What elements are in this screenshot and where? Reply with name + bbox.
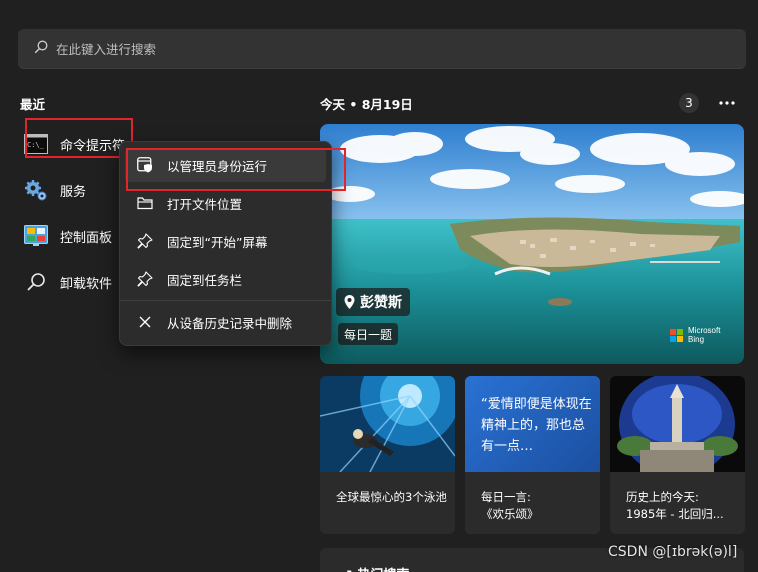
card-caption-line-1: 历史上的今天: bbox=[626, 490, 699, 504]
menu-item-pin-start[interactable]: 固定到“开始”屏幕 bbox=[125, 224, 326, 258]
card-daily-quote[interactable]: “爱情即便是体现在精神上的，那也总有一点… 每日一言: 《欢乐颂》 bbox=[465, 376, 600, 534]
card-caption: 每日一言: 《欢乐颂》 bbox=[481, 489, 593, 523]
recent-item-services[interactable]: 服务 bbox=[24, 172, 86, 208]
card-history[interactable]: 历史上的今天: 1985年 - 北回归... bbox=[610, 376, 745, 534]
location-pin-icon bbox=[344, 295, 355, 309]
menu-item-remove-history[interactable]: 从设备历史记录中删除 bbox=[125, 305, 326, 339]
folder-icon bbox=[137, 195, 153, 211]
card-caption: 历史上的今天: 1985年 - 北回归... bbox=[626, 489, 738, 523]
more-dots-icon[interactable] bbox=[716, 93, 738, 113]
card-image-monument bbox=[610, 376, 745, 472]
highlight-box-cmd bbox=[25, 118, 133, 158]
recent-item-label: 卸载软件 bbox=[60, 276, 113, 292]
search-placeholder: 在此键入进行搜索 bbox=[56, 42, 157, 57]
recent-item-uninstall[interactable]: 卸载软件 bbox=[24, 264, 112, 300]
card-image-pool bbox=[320, 376, 455, 472]
highlight-box-run-as-admin bbox=[126, 148, 346, 191]
menu-item-label: 从设备历史记录中删除 bbox=[167, 315, 293, 331]
brand-line-2: Bing bbox=[688, 335, 705, 344]
recent-item-label: 控制面板 bbox=[60, 230, 113, 246]
location-name: 彭赞斯 bbox=[360, 295, 402, 311]
location-pill[interactable]: 彭赞斯 bbox=[336, 288, 410, 316]
menu-item-label: 固定到“开始”屏幕 bbox=[167, 234, 268, 250]
microsoft-bing-logo: Microsoft Bing bbox=[670, 326, 720, 344]
card-caption-line-2: 《欢乐颂》 bbox=[481, 507, 539, 521]
control-panel-icon bbox=[24, 224, 48, 248]
today-title: 今天 • 8月19日 bbox=[320, 97, 413, 112]
search-box[interactable]: 在此键入进行搜索 bbox=[18, 29, 746, 69]
menu-item-open-location[interactable]: 打开文件位置 bbox=[125, 186, 326, 220]
watermark: CSDN @[ɪbrək(ə)l] bbox=[608, 544, 738, 560]
brand-line-1: Microsoft bbox=[688, 326, 721, 335]
recent-title: 最近 bbox=[20, 97, 46, 112]
hot-search-title: ↗ 热门搜索 bbox=[342, 564, 409, 572]
close-icon bbox=[137, 314, 153, 330]
menu-item-pin-taskbar[interactable]: 固定到任务栏 bbox=[125, 262, 326, 296]
menu-separator bbox=[120, 300, 331, 301]
menu-item-label: 打开文件位置 bbox=[167, 196, 243, 212]
card-caption-line-2: 1985年 - 北回归... bbox=[626, 507, 724, 521]
search-icon bbox=[24, 270, 48, 294]
recent-item-control-panel[interactable]: 控制面板 bbox=[24, 218, 112, 254]
card-caption-line-1: 每日一言: bbox=[481, 490, 531, 504]
card-pools[interactable]: 全球最惊心的3个泳池 bbox=[320, 376, 455, 534]
pin-icon bbox=[137, 233, 153, 249]
pin-icon bbox=[137, 271, 153, 287]
card-caption: 全球最惊心的3个泳池 bbox=[336, 490, 447, 504]
search-icon bbox=[34, 39, 48, 58]
notification-count-badge[interactable]: 3 bbox=[679, 93, 699, 113]
services-gear-icon bbox=[24, 178, 48, 202]
quote-text: “爱情即便是体现在精神上的，那也总有一点… bbox=[481, 397, 592, 454]
hero-bing-image[interactable]: 彭赞斯 每日一题 Microsoft Bing bbox=[320, 124, 744, 364]
menu-item-label: 固定到任务栏 bbox=[167, 272, 243, 288]
daily-quiz-pill[interactable]: 每日一题 bbox=[338, 323, 399, 345]
recent-item-label: 服务 bbox=[60, 184, 87, 200]
